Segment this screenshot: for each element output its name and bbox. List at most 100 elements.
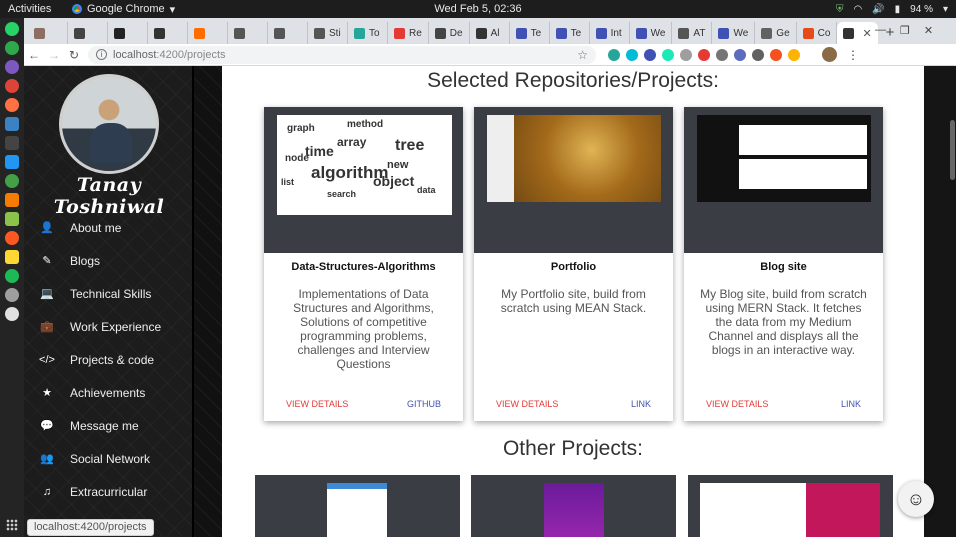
other-project-card[interactable] [688, 475, 893, 537]
github-link[interactable]: GITHUB [407, 399, 441, 409]
more-menu-icon[interactable]: ⋮ [847, 48, 859, 62]
extension-icon[interactable] [626, 48, 638, 61]
profile-avatar[interactable] [822, 47, 837, 62]
browser-tab[interactable] [268, 22, 308, 44]
address-bar[interactable]: i localhost:4200/projects ☆ [88, 45, 596, 64]
browser-tab[interactable]: To [348, 22, 388, 44]
browser-tab[interactable]: Sti [308, 22, 348, 44]
scrollbar[interactable] [950, 120, 955, 180]
wordcloud-word: list [281, 177, 295, 187]
extension-icon[interactable] [716, 48, 728, 61]
favicon-icon [635, 27, 647, 39]
browser-tab[interactable]: Al [470, 22, 510, 44]
app-icon[interactable] [5, 231, 19, 245]
chat-widget-button[interactable]: ☺ [898, 481, 934, 517]
nav-item[interactable]: 💬 Message me [24, 409, 192, 442]
vscode-icon[interactable] [5, 155, 19, 169]
other-project-card[interactable] [255, 475, 460, 537]
nav-item[interactable]: ★ Achievements [24, 376, 192, 409]
browser-tab[interactable]: Te [550, 22, 590, 44]
browser-tab[interactable]: Int [590, 22, 630, 44]
terminal-icon[interactable] [5, 136, 19, 150]
tab-label: Te [530, 27, 542, 39]
extension-icon[interactable] [770, 48, 782, 61]
extension-icon[interactable] [752, 48, 764, 61]
reload-icon[interactable]: ↻ [64, 48, 84, 62]
nav-item[interactable]: 👥 Social Network [24, 442, 192, 475]
system-tray[interactable]: ⛨ ◠ 🔊 ▮ 94 % ▾ [836, 0, 948, 18]
nav-item[interactable]: 💻 Technical Skills [24, 277, 192, 310]
minimize-icon[interactable]: — [875, 24, 886, 37]
other-project-card[interactable] [471, 475, 676, 537]
site-link[interactable]: LINK [841, 399, 861, 409]
extension-icon[interactable] [608, 48, 620, 61]
spotify-icon[interactable] [5, 41, 19, 55]
whatsapp-icon[interactable] [5, 22, 19, 36]
browser-tab[interactable]: We [712, 22, 756, 44]
activities-button[interactable]: Activities [0, 3, 70, 15]
browser-tab[interactable]: Te [510, 22, 550, 44]
back-icon[interactable]: ← [24, 48, 44, 62]
favicon-icon [555, 27, 567, 39]
forward-icon[interactable]: → [44, 48, 64, 62]
browser-tab[interactable] [108, 22, 148, 44]
extension-icon[interactable] [680, 48, 692, 61]
nav-item[interactable]: ♫ Extracurricular [24, 475, 192, 508]
nav-item-label: Achievements [70, 385, 146, 400]
chrome-icon[interactable] [5, 79, 19, 93]
tor-icon[interactable] [5, 60, 19, 74]
chat-icon: 💬 [40, 420, 54, 432]
browser-tab[interactable]: Co [797, 22, 838, 44]
disk-icon[interactable] [5, 288, 19, 302]
browser-tab[interactable] [188, 22, 228, 44]
app-menu[interactable]: Google Chrome ▾ [72, 3, 175, 16]
close-icon[interactable]: ✕ [924, 24, 933, 37]
active-tab[interactable]: ✕ [837, 22, 878, 44]
card-description: Implementations of Data Structures and A… [293, 287, 434, 371]
extension-icon[interactable] [644, 48, 656, 61]
browser-tab[interactable]: Re [388, 22, 429, 44]
browser-tab[interactable] [28, 22, 68, 44]
site-link[interactable]: LINK [631, 399, 651, 409]
mail-icon[interactable] [5, 117, 19, 131]
browser-tab[interactable]: We [630, 22, 673, 44]
shield-icon: ⛨ [835, 3, 844, 15]
spotify-icon[interactable] [5, 269, 19, 283]
help-icon[interactable] [5, 307, 19, 321]
favicon-icon [434, 27, 446, 39]
bookmark-star-icon[interactable]: ☆ [577, 48, 588, 62]
firefox-icon[interactable] [5, 98, 19, 112]
favicon-icon [74, 27, 85, 39]
restore-icon[interactable]: ❐ [900, 24, 910, 37]
view-details-button[interactable]: VIEW DETAILS [706, 399, 768, 409]
tab-strip: Sti To Re De Al Te Te Int We AT We Ge Co ✕ + [24, 18, 956, 44]
nav-item[interactable]: </> Projects & code [24, 343, 192, 376]
close-tab-icon[interactable]: ✕ [862, 27, 871, 40]
nav-item[interactable]: ✎ Blogs [24, 244, 192, 277]
extension-icon[interactable] [788, 48, 800, 61]
view-details-button[interactable]: VIEW DETAILS [496, 399, 558, 409]
extension-icon[interactable] [662, 48, 674, 61]
android-icon[interactable] [5, 212, 19, 226]
browser-tab[interactable] [68, 22, 108, 44]
info-icon[interactable]: i [96, 49, 107, 60]
wordcloud-word: method [347, 119, 384, 130]
browser-tab[interactable]: AT [672, 22, 713, 44]
wordcloud-word: data [417, 185, 436, 195]
card-thumbnail [684, 107, 883, 253]
nav-item[interactable]: 💼 Work Experience [24, 310, 192, 343]
browser-tab[interactable]: Ge [755, 22, 797, 44]
globe-icon[interactable] [5, 174, 19, 188]
app-icon[interactable] [5, 193, 19, 207]
notes-icon[interactable] [5, 250, 19, 264]
extension-icon[interactable] [698, 48, 710, 61]
portfolio-screenshot [487, 115, 661, 202]
nav-item[interactable]: 👤 About me [24, 211, 192, 244]
favicon-icon [475, 27, 487, 39]
browser-tab[interactable] [148, 22, 188, 44]
show-apps-icon[interactable] [6, 519, 18, 531]
view-details-button[interactable]: VIEW DETAILS [286, 399, 348, 409]
browser-tab[interactable] [228, 22, 268, 44]
extension-icon[interactable] [734, 48, 746, 61]
browser-tab[interactable]: De [429, 22, 470, 44]
